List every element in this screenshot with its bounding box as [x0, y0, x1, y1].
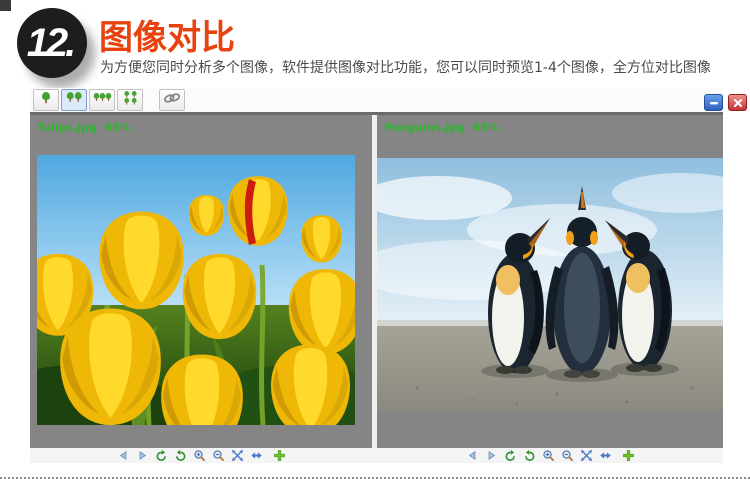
panel-penguins: Penguins.jpg 65%: [377, 115, 723, 448]
one-tree-icon: [40, 91, 52, 109]
main-toolbar: [30, 88, 723, 115]
fit-to-window-icon[interactable]: [231, 449, 244, 462]
tulips-image[interactable]: [37, 155, 355, 425]
four-trees-icon: [123, 91, 138, 110]
corner-decoration: [0, 0, 11, 11]
two-image-layout-button[interactable]: [61, 89, 87, 111]
image-label-tulips: Tulips.jpg 65%: [37, 121, 131, 134]
zoom-in-icon[interactable]: [193, 449, 206, 462]
two-trees-icon: [66, 91, 83, 109]
image-label-penguins: Penguins.jpg 65%: [384, 121, 499, 134]
one-to-one-icon[interactable]: [250, 449, 263, 462]
minimize-icon: [708, 98, 720, 108]
close-icon: [732, 98, 744, 108]
four-image-layout-button[interactable]: [117, 89, 143, 111]
penguins-toolbar: [377, 448, 723, 463]
rotate-right-icon[interactable]: [174, 449, 187, 462]
section-divider-dotted: [0, 477, 750, 479]
tulips-toolbar: [30, 448, 372, 463]
chain-link-icon: [163, 91, 181, 109]
rotate-left-icon[interactable]: [155, 449, 168, 462]
page-title: 图像对比: [99, 10, 235, 59]
rotate-right-icon[interactable]: [523, 449, 536, 462]
one-to-one-icon[interactable]: [599, 449, 612, 462]
step-badge: 12.: [17, 8, 87, 78]
panel-tulips: Tulips.jpg 65%: [30, 115, 372, 448]
window-controls: [704, 94, 747, 111]
rotate-left-icon[interactable]: [504, 449, 517, 462]
link-sync-button[interactable]: [159, 89, 185, 111]
panel-toolbars: [30, 448, 723, 463]
three-trees-icon: [93, 91, 112, 109]
minimize-button[interactable]: [704, 94, 723, 111]
close-button[interactable]: [728, 94, 747, 111]
page-subtitle: 为方便您同时分析多个图像，软件提供图像对比功能，您可以同时预览1-4个图像，全方…: [100, 57, 711, 77]
step-number: 12.: [27, 21, 74, 66]
compare-area: Tulips.jpg 65%: [30, 115, 723, 448]
zoom-in-icon[interactable]: [542, 449, 555, 462]
next-image-icon[interactable]: [485, 449, 498, 462]
previous-image-icon[interactable]: [117, 449, 130, 462]
add-image-icon[interactable]: [622, 449, 635, 462]
penguins-image[interactable]: [377, 158, 723, 410]
one-image-layout-button[interactable]: [33, 89, 59, 111]
image-compare-window: Tulips.jpg 65%: [30, 88, 723, 463]
three-image-layout-button[interactable]: [89, 89, 115, 111]
zoom-out-icon[interactable]: [561, 449, 574, 462]
zoom-out-icon[interactable]: [212, 449, 225, 462]
next-image-icon[interactable]: [136, 449, 149, 462]
fit-to-window-icon[interactable]: [580, 449, 593, 462]
previous-image-icon[interactable]: [466, 449, 479, 462]
add-image-icon[interactable]: [273, 449, 286, 462]
